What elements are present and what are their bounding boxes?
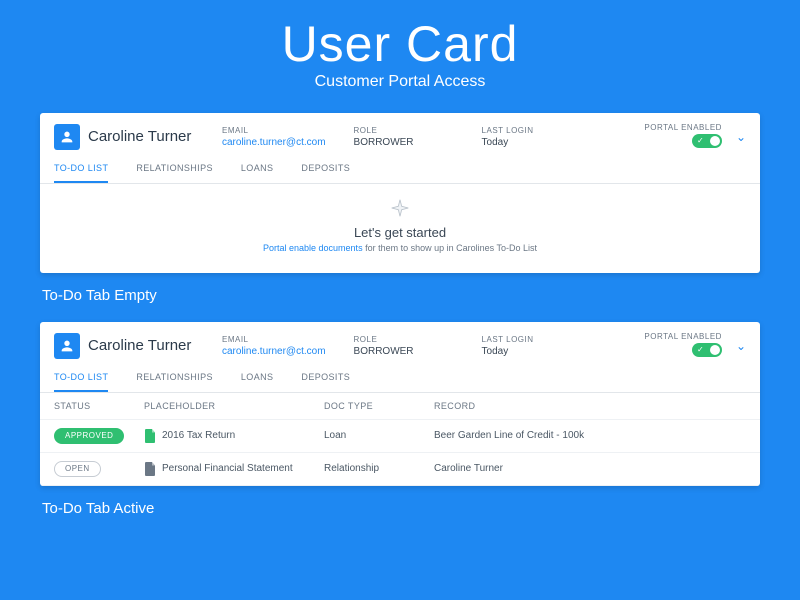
- user-block: Caroline Turner: [54, 124, 194, 150]
- meta-email: EMAIL caroline.turner@ct.com: [222, 335, 326, 357]
- table-row[interactable]: OPEN Personal Financial Statement Relati…: [40, 453, 760, 486]
- tabs: TO-DO LIST RELATIONSHIPS LOANS DEPOSITS: [40, 151, 760, 184]
- hero: User Card Customer Portal Access: [40, 18, 760, 91]
- person-icon: [59, 338, 75, 354]
- portal-block: PORTAL ENABLED ✓: [644, 332, 722, 360]
- hero-subtitle: Customer Portal Access: [40, 73, 760, 91]
- tab-todo[interactable]: TO-DO LIST: [54, 366, 108, 392]
- document-icon: [144, 462, 156, 476]
- record-text: Caroline Turner: [434, 463, 746, 474]
- status-badge: OPEN: [54, 461, 101, 477]
- col-status-header: STATUS: [54, 401, 144, 411]
- doctype-text: Relationship: [324, 463, 434, 474]
- hero-title: User Card: [40, 18, 760, 71]
- meta-last-login-label: LAST LOGIN: [482, 126, 582, 135]
- user-card-active: Caroline Turner EMAIL caroline.turner@ct…: [40, 322, 760, 486]
- user-name: Caroline Turner: [88, 128, 191, 145]
- placeholder-text: 2016 Tax Return: [162, 430, 235, 441]
- meta-email: EMAIL caroline.turner@ct.com: [222, 126, 326, 148]
- tab-todo[interactable]: TO-DO LIST: [54, 157, 108, 183]
- person-icon: [59, 129, 75, 145]
- section-label-empty: To-Do Tab Empty: [42, 287, 760, 304]
- tab-deposits[interactable]: DEPOSITS: [301, 366, 350, 392]
- doctype-text: Loan: [324, 430, 434, 441]
- table-row[interactable]: APPROVED 2016 Tax Return Loan Beer Garde…: [40, 420, 760, 453]
- meta-last-login-value: Today: [482, 137, 582, 148]
- user-card-empty: Caroline Turner EMAIL caroline.turner@ct…: [40, 113, 760, 273]
- card-header: Caroline Turner EMAIL caroline.turner@ct…: [40, 113, 760, 151]
- meta-last-login: LAST LOGIN Today: [482, 126, 582, 148]
- chevron-down-icon[interactable]: ⌄: [736, 339, 746, 353]
- meta-email-value[interactable]: caroline.turner@ct.com: [222, 346, 326, 357]
- empty-subtitle: Portal enable documents for them to show…: [40, 243, 760, 253]
- portal-enable-link[interactable]: Portal enable documents: [263, 243, 363, 253]
- user-block: Caroline Turner: [54, 333, 194, 359]
- empty-after-text: for them to show up in Carolines To-Do L…: [363, 243, 537, 253]
- portal-label: PORTAL ENABLED: [644, 332, 722, 341]
- tab-relationships[interactable]: RELATIONSHIPS: [136, 366, 213, 392]
- user-name: Caroline Turner: [88, 337, 191, 354]
- portal-toggle[interactable]: ✓: [692, 134, 722, 148]
- meta-role-value: BORROWER: [354, 137, 454, 148]
- meta-role-value: BORROWER: [354, 346, 454, 357]
- tabs: TO-DO LIST RELATIONSHIPS LOANS DEPOSITS: [40, 360, 760, 393]
- meta-last-login-value: Today: [482, 346, 582, 357]
- table-header: STATUS PLACEHOLDER DOC TYPE RECORD: [40, 393, 760, 420]
- section-label-active: To-Do Tab Active: [42, 500, 760, 517]
- meta-role: ROLE BORROWER: [354, 126, 454, 148]
- tab-loans[interactable]: LOANS: [241, 366, 274, 392]
- portal-label: PORTAL ENABLED: [644, 123, 722, 132]
- col-record-header: RECORD: [434, 401, 746, 411]
- meta-email-value[interactable]: caroline.turner@ct.com: [222, 137, 326, 148]
- meta-last-login: LAST LOGIN Today: [482, 335, 582, 357]
- tab-loans[interactable]: LOANS: [241, 157, 274, 183]
- avatar: [54, 333, 80, 359]
- meta-role: ROLE BORROWER: [354, 335, 454, 357]
- empty-title: Let's get started: [40, 225, 760, 240]
- meta-last-login-label: LAST LOGIN: [482, 335, 582, 344]
- portal-toggle[interactable]: ✓: [692, 343, 722, 357]
- meta-role-label: ROLE: [354, 126, 454, 135]
- placeholder-text: Personal Financial Statement: [162, 463, 293, 474]
- col-placeholder-header: PLACEHOLDER: [144, 401, 324, 411]
- tab-deposits[interactable]: DEPOSITS: [301, 157, 350, 183]
- portal-block: PORTAL ENABLED ✓: [644, 123, 722, 151]
- tab-relationships[interactable]: RELATIONSHIPS: [136, 157, 213, 183]
- record-text: Beer Garden Line of Credit - 100k: [434, 430, 746, 441]
- chevron-down-icon[interactable]: ⌄: [736, 130, 746, 144]
- meta-email-label: EMAIL: [222, 126, 326, 135]
- document-icon: [144, 429, 156, 443]
- card-header: Caroline Turner EMAIL caroline.turner@ct…: [40, 322, 760, 360]
- meta-role-label: ROLE: [354, 335, 454, 344]
- col-doctype-header: DOC TYPE: [324, 401, 434, 411]
- empty-state: Let's get started Portal enable document…: [40, 184, 760, 273]
- sparkle-icon: [390, 198, 410, 221]
- meta-email-label: EMAIL: [222, 335, 326, 344]
- status-badge: APPROVED: [54, 428, 124, 444]
- avatar: [54, 124, 80, 150]
